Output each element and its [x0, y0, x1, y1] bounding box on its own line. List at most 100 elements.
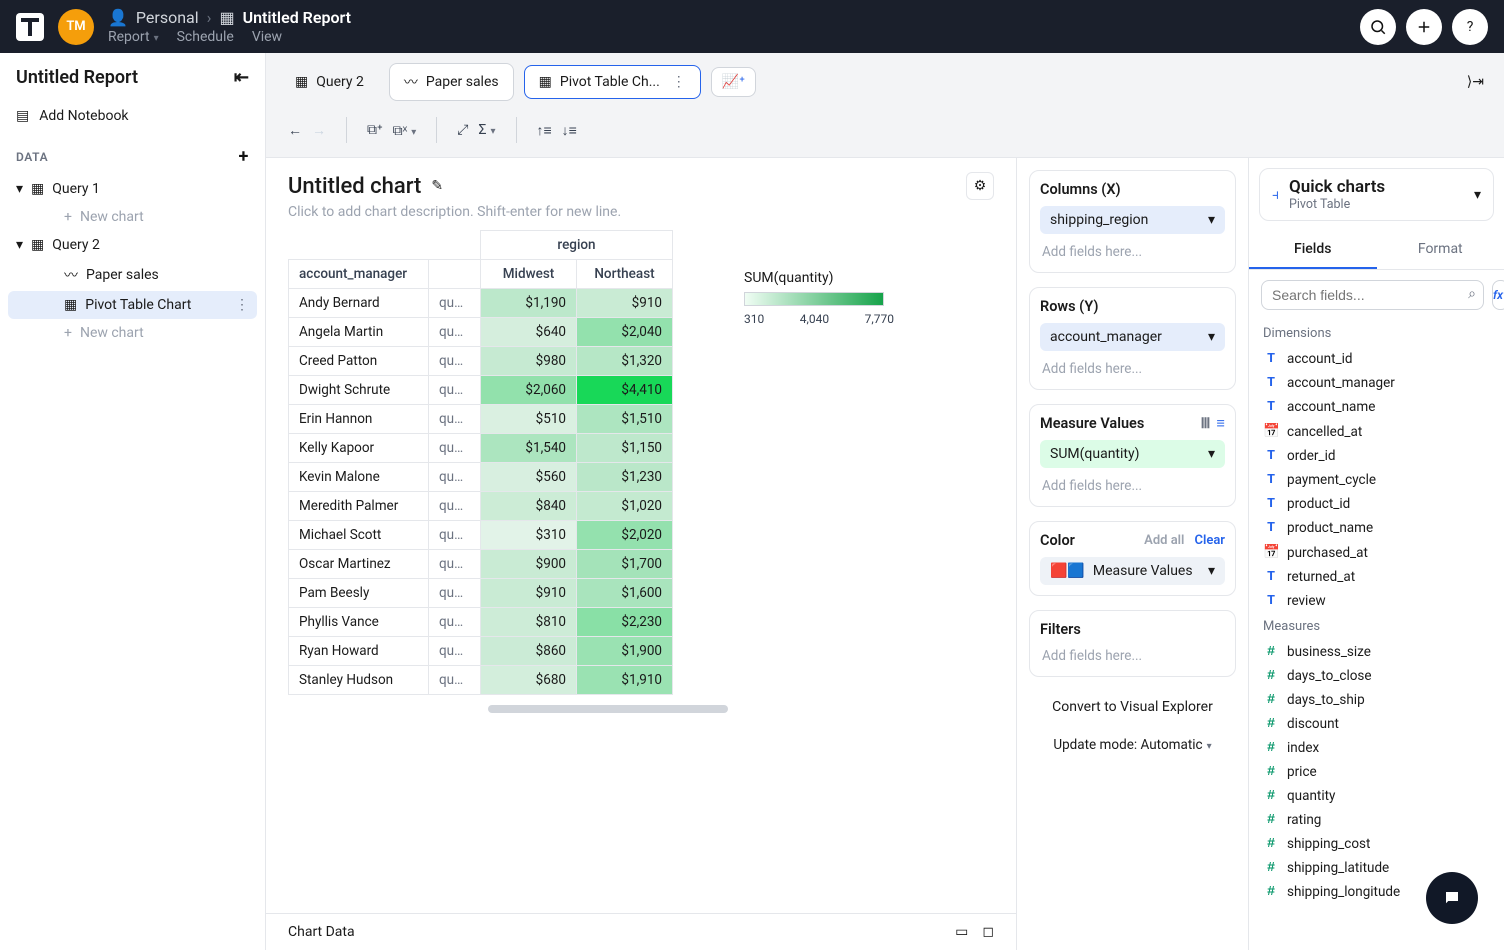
dimension-field[interactable]: 📅cancelled_at — [1249, 419, 1504, 444]
pivot-cell[interactable]: $640 — [481, 318, 577, 347]
pivot-cell[interactable]: $510 — [481, 405, 577, 434]
tab-paper-sales[interactable]: 〰Paper sales — [389, 63, 514, 101]
undo-icon[interactable]: ← — [288, 122, 302, 139]
dimension-field[interactable]: Taccount_manager — [1249, 371, 1504, 395]
tree-item-more-icon[interactable]: ⋮ — [235, 297, 249, 313]
pivot-cell[interactable]: $810 — [481, 608, 577, 637]
search-fields-input[interactable] — [1261, 280, 1484, 310]
dimension-field[interactable]: Tproduct_name — [1249, 516, 1504, 540]
pivot-cell[interactable]: $680 — [481, 666, 577, 695]
column-header[interactable]: Northeast — [577, 260, 673, 289]
pivot-cell[interactable]: $1,910 — [577, 666, 673, 695]
app-logo[interactable] — [16, 13, 44, 41]
sigma-dropdown[interactable]: Σ — [478, 122, 495, 138]
pivot-cell[interactable]: $1,190 — [481, 289, 577, 318]
tree-paper-sales[interactable]: 〰Paper sales — [8, 259, 257, 291]
chevron-down-icon[interactable]: ▾ — [1208, 212, 1215, 228]
chart-data-tab[interactable]: Chart Data — [288, 924, 355, 940]
row-label[interactable]: Creed Patton — [289, 347, 429, 376]
pivot-cell[interactable]: $2,230 — [577, 608, 673, 637]
rows-pill[interactable]: account_manager▾ — [1040, 323, 1225, 351]
dimension-field[interactable]: Tproduct_id — [1249, 492, 1504, 516]
tab-query-2[interactable]: ▦Query 2 — [280, 65, 379, 99]
pivot-cell[interactable]: $1,320 — [577, 347, 673, 376]
chevron-down-icon[interactable]: ▾ — [1474, 187, 1481, 203]
pivot-cell[interactable]: $1,700 — [577, 550, 673, 579]
quick-charts-selector[interactable]: ⫞ Quick chartsPivot Table ▾ — [1259, 168, 1494, 221]
add-calculated-field[interactable]: fx⁺ — [1492, 280, 1504, 310]
row-label[interactable]: Oscar Martinez — [289, 550, 429, 579]
pivot-cell[interactable]: $1,600 — [577, 579, 673, 608]
add-notebook-button[interactable]: ▤ Add Notebook — [0, 102, 265, 130]
horizontal-scrollbar[interactable] — [488, 705, 728, 713]
workspace-name[interactable]: Personal — [136, 8, 199, 27]
measure-field[interactable]: #days_to_ship — [1249, 688, 1504, 712]
tree-pivot-chart[interactable]: ▦Pivot Table Chart⋮ — [8, 291, 257, 319]
convert-button[interactable]: Convert to Visual Explorer — [1029, 691, 1236, 723]
help-button[interactable]: ? — [1452, 9, 1488, 45]
row-label[interactable]: Kevin Malone — [289, 463, 429, 492]
filters-hint[interactable]: Add fields here... — [1040, 646, 1225, 666]
pivot-cell[interactable]: $310 — [481, 521, 577, 550]
measure-hint[interactable]: Add fields here... — [1040, 476, 1225, 496]
tab-pivot-chart[interactable]: ▦Pivot Table Ch...⋮ — [524, 65, 701, 99]
pivot-cell[interactable]: $840 — [481, 492, 577, 521]
columns-pill[interactable]: shipping_region▾ — [1040, 206, 1225, 234]
dimension-field[interactable]: 📅purchased_at — [1249, 540, 1504, 565]
duplicate-icon[interactable]: ⧉⁺ — [367, 122, 383, 138]
row-label[interactable]: Angela Martin — [289, 318, 429, 347]
add-chart-tab[interactable]: 📈⁺ — [711, 67, 756, 97]
chevron-down-icon[interactable]: ▾ — [1208, 563, 1215, 579]
chart-settings-icon[interactable]: ⚙ — [966, 172, 994, 200]
chevron-down-icon[interactable]: ▾ — [1208, 329, 1215, 345]
tree-query-1[interactable]: ▾▦Query 1 — [8, 175, 257, 203]
format-tab[interactable]: Format — [1377, 231, 1504, 269]
columns-hint[interactable]: Add fields here... — [1040, 242, 1225, 262]
row-label[interactable]: Stanley Hudson — [289, 666, 429, 695]
search-button[interactable] — [1360, 9, 1396, 45]
expand-panel-icon[interactable]: ⟩⇥ — [1461, 68, 1490, 96]
measure-field[interactable]: #quantity — [1249, 784, 1504, 808]
measure-field[interactable]: #business_size — [1249, 640, 1504, 664]
rows-hint[interactable]: Add fields here... — [1040, 359, 1225, 379]
pivot-cell[interactable]: $860 — [481, 637, 577, 666]
layout-dropdown[interactable]: ⧉ˣ — [393, 122, 417, 139]
add-data-icon[interactable]: + — [239, 146, 250, 167]
row-label[interactable]: Michael Scott — [289, 521, 429, 550]
list-icon[interactable]: ≡ — [1217, 415, 1225, 432]
color-pill[interactable]: 🟥🟦Measure Values▾ — [1040, 557, 1225, 585]
pivot-cell[interactable]: $1,230 — [577, 463, 673, 492]
measure-field[interactable]: #days_to_close — [1249, 664, 1504, 688]
column-header[interactable]: Midwest — [481, 260, 577, 289]
chart-title[interactable]: Untitled chart — [288, 174, 421, 199]
tree-new-chart-1[interactable]: +New chart — [8, 203, 257, 231]
row-label[interactable]: Erin Hannon — [289, 405, 429, 434]
edit-title-icon[interactable]: ✎ — [431, 178, 443, 194]
row-label[interactable]: Phyllis Vance — [289, 608, 429, 637]
add-button[interactable] — [1406, 9, 1442, 45]
measure-field[interactable]: #shipping_cost — [1249, 832, 1504, 856]
add-all-link[interactable]: Add all — [1144, 533, 1184, 548]
chat-widget[interactable] — [1426, 872, 1478, 924]
row-label[interactable]: Ryan Howard — [289, 637, 429, 666]
pivot-cell[interactable]: $560 — [481, 463, 577, 492]
tree-new-chart-2[interactable]: +New chart — [8, 319, 257, 347]
tab-more-icon[interactable]: ⋮ — [668, 74, 686, 90]
pivot-cell[interactable]: $2,020 — [577, 521, 673, 550]
pivot-cell[interactable]: $910 — [481, 579, 577, 608]
report-menu[interactable]: Report — [108, 29, 159, 45]
dimension-field[interactable]: Torder_id — [1249, 444, 1504, 468]
minimize-icon[interactable]: ▭ — [955, 924, 968, 940]
dimension-field[interactable]: Treview — [1249, 589, 1504, 613]
schedule-menu[interactable]: Schedule — [177, 29, 234, 45]
sort-desc-icon[interactable]: ↓≡ — [562, 122, 577, 139]
dimension-field[interactable]: Taccount_name — [1249, 395, 1504, 419]
pivot-cell[interactable]: $1,150 — [577, 434, 673, 463]
chevron-down-icon[interactable]: ▾ — [1208, 446, 1215, 462]
row-label[interactable]: Pam Beesly — [289, 579, 429, 608]
fields-tab[interactable]: Fields — [1249, 231, 1377, 269]
view-menu[interactable]: View — [252, 29, 282, 45]
row-label[interactable]: Andy Bernard — [289, 289, 429, 318]
pivot-cell[interactable]: $1,540 — [481, 434, 577, 463]
measure-field[interactable]: #rating — [1249, 808, 1504, 832]
